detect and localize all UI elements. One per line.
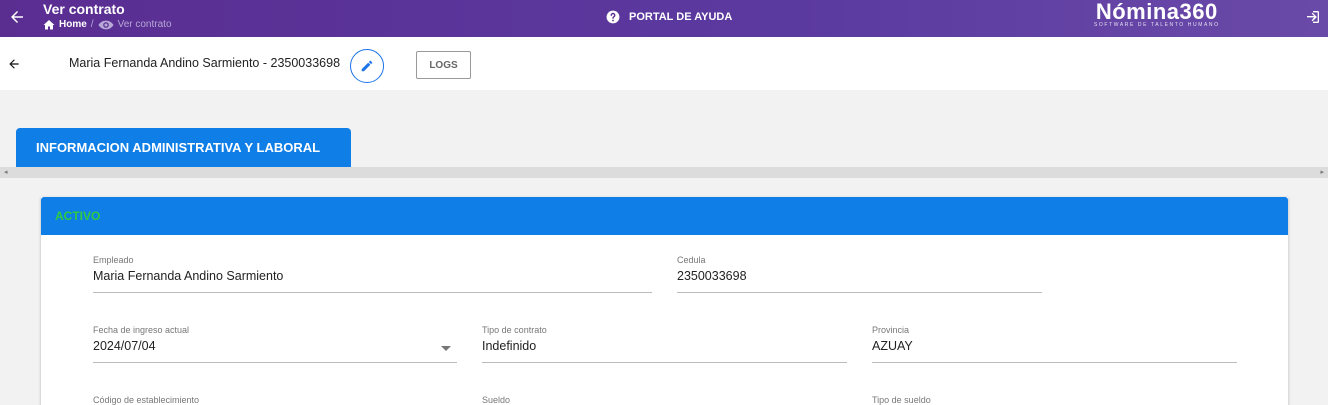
scroll-right-icon[interactable]: ▸ <box>1320 168 1324 176</box>
breadcrumb-separator: / <box>90 19 94 30</box>
field-label: Tipo de contrato <box>482 325 547 335</box>
field-sueldo[interactable]: Sueldo <box>482 395 847 405</box>
breadcrumb: Home / Ver contrato <box>43 19 172 30</box>
scroll-left-icon[interactable]: ◂ <box>4 168 8 176</box>
field-label: Fecha de ingreso actual <box>93 325 190 335</box>
logout-icon[interactable] <box>1305 9 1321 25</box>
logo: Nómina360 SOFTWARE DE TALENTO HUMANO <box>1094 0 1220 28</box>
field-label: Empleado <box>93 255 134 265</box>
field-cedula[interactable]: Cedula 2350033698 <box>677 255 1042 293</box>
field-value[interactable]: AZUAY <box>872 339 1237 363</box>
horizontal-scrollbar[interactable]: ◂ ▸ <box>0 167 1328 178</box>
employee-title: Maria Fernanda Andino Sarmiento - 235003… <box>69 56 341 70</box>
field-codigo-establecimiento[interactable]: Código de establecimiento <box>93 395 457 405</box>
field-value[interactable]: Maria Fernanda Andino Sarmiento <box>93 269 652 293</box>
home-icon[interactable] <box>43 19 55 30</box>
chevron-down-icon[interactable] <box>441 346 451 351</box>
field-label: Código de establecimiento <box>93 395 200 405</box>
field-fecha-ingreso[interactable]: Fecha de ingreso actual 2024/07/04 <box>93 325 457 363</box>
field-empleado[interactable]: Empleado Maria Fernanda Andino Sarmiento <box>93 255 652 293</box>
help-icon <box>606 10 620 24</box>
back-arrow-icon[interactable] <box>7 57 21 71</box>
top-bar: Ver contrato Home / Ver contrato PORTAL … <box>0 0 1328 37</box>
tab-administrative-info[interactable]: INFORMACION ADMINISTRATIVA Y LABORAL <box>16 128 351 167</box>
status-badge: ACTIVO <box>41 197 1288 235</box>
field-value[interactable]: 2350033698 <box>677 269 1042 293</box>
field-label: Tipo de sueldo <box>872 395 931 405</box>
field-provincia[interactable]: Provincia AZUAY <box>872 325 1237 363</box>
field-tipo-contrato[interactable]: Tipo de contrato Indefinido <box>482 325 847 363</box>
field-label: Sueldo <box>482 395 511 405</box>
field-label: Provincia <box>872 325 910 335</box>
pencil-icon <box>361 60 373 72</box>
eye-icon <box>98 20 114 29</box>
field-tipo-sueldo[interactable]: Tipo de sueldo <box>872 395 1237 405</box>
contract-card: ACTIVO Empleado Maria Fernanda Andino Sa… <box>41 197 1288 405</box>
help-portal-link[interactable]: PORTAL DE AYUDA <box>606 10 732 24</box>
field-value[interactable]: Indefinido <box>482 339 847 363</box>
back-arrow-icon[interactable] <box>8 8 26 26</box>
field-label: Cedula <box>677 255 706 265</box>
help-portal-label: PORTAL DE AYUDA <box>629 11 733 23</box>
contract-header: Maria Fernanda Andino Sarmiento - 235003… <box>0 37 1328 90</box>
date-select[interactable]: 2024/07/04 <box>93 339 457 363</box>
logo-subtitle: SOFTWARE DE TALENTO HUMANO <box>1094 22 1220 28</box>
breadcrumb-home[interactable]: Home <box>59 19 87 30</box>
edit-button[interactable] <box>350 49 384 83</box>
breadcrumb-current: Ver contrato <box>117 19 172 30</box>
logs-button[interactable]: LOGS <box>416 51 471 79</box>
page-title: Ver contrato <box>43 1 125 17</box>
field-value: 2024/07/04 <box>93 339 156 353</box>
